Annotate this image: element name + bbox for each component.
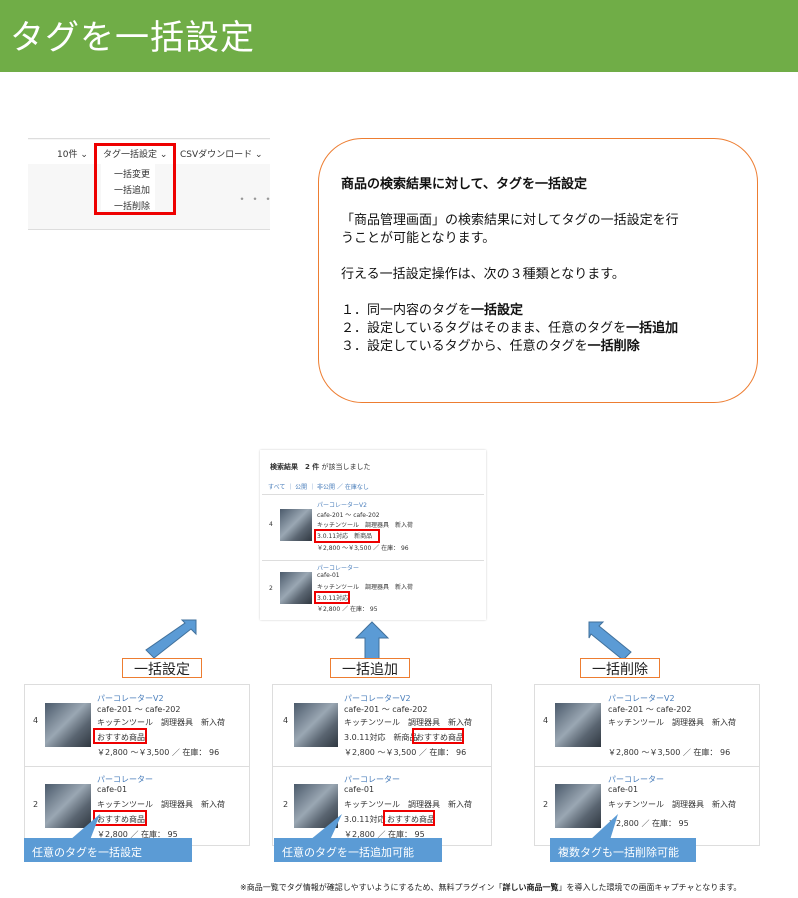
stock-count: 2: [269, 585, 273, 592]
product-name[interactable]: パーコレーター: [97, 774, 153, 785]
bubble-item-2: ２．設定しているタグはそのまま、任意のタグを一括追加: [341, 321, 679, 336]
callout-bulk-delete: 複数タグも一括削除可能: [550, 838, 696, 862]
product-categories: キッチンツール 調理器具 新入荷: [97, 718, 225, 727]
highlight-box: [93, 728, 147, 744]
product-price: ￥2,800 ／ 在庫： 95: [317, 606, 378, 613]
callout-bulk-set: 任意のタグを一括設定: [24, 838, 192, 862]
bubble-item-1: １．同一内容のタグを一括設定: [341, 303, 524, 318]
product-categories: キッチンツール 調理器具 新入荷: [608, 800, 736, 809]
description-bubble: 商品の検索結果に対して、タグを一括設定 「商品管理画面」の検索結果に対してタグの…: [318, 138, 758, 403]
product-categories: キッチンツール 調理器具 新入荷: [317, 584, 414, 591]
bubble-item-3: ３．設定しているタグから、任意のタグを一括削除: [341, 339, 640, 354]
arrow-up-right-icon: [145, 619, 197, 659]
highlight-box: [314, 591, 350, 604]
product-categories: キッチンツール 調理器具 新入荷: [317, 522, 414, 529]
product-image: [555, 703, 601, 747]
product-code: cafe-01: [97, 785, 128, 794]
product-code: cafe-201 ～ cafe-202: [317, 512, 380, 519]
highlight-box: [383, 810, 435, 826]
product-categories: キッチンツール 調理器具 新入荷: [97, 800, 225, 809]
divider: [25, 766, 249, 767]
count-select[interactable]: 10件 ⌄: [57, 147, 88, 160]
chevron-down-icon: ⌄: [255, 150, 263, 160]
product-tags: 3.0.11対応 新商品: [344, 733, 418, 742]
product-code: cafe-01: [608, 785, 639, 794]
page-title: タグを一括設定: [10, 18, 255, 58]
product-image: [280, 572, 312, 604]
product-name[interactable]: パーコレーターV2: [344, 693, 411, 704]
product-name[interactable]: パーコレーター: [344, 774, 400, 785]
product-image: [280, 509, 312, 541]
product-code: cafe-201 ～ cafe-202: [608, 705, 692, 714]
divider: [262, 560, 484, 561]
divider: [273, 766, 491, 767]
bubble-line: 行える一括設定操作は、次の３種類となります。: [341, 267, 625, 282]
stock-count: 2: [543, 800, 549, 809]
product-tags: 3.0.11対応: [344, 815, 386, 824]
product-categories: キッチンツール 調理器具 新入荷: [344, 718, 472, 727]
stock-count: 4: [543, 716, 549, 725]
highlight-box: [412, 728, 464, 744]
product-price: ￥2,800 ～￥3,500 ／ 在庫： 96: [344, 748, 467, 757]
product-code: cafe-201 ～ cafe-202: [344, 705, 428, 714]
product-categories: キッチンツール 調理器具 新入荷: [344, 800, 472, 809]
stock-count: 2: [283, 800, 289, 809]
product-price: ￥2,800 ～￥3,500 ／ 在庫： 96: [97, 748, 220, 757]
product-name[interactable]: パーコレーター: [317, 563, 359, 572]
stock-count: 4: [269, 521, 273, 528]
product-name[interactable]: パーコレーターV2: [317, 500, 367, 509]
highlight-box: [94, 143, 176, 215]
result-filters[interactable]: すべて ｜ 公開 ｜ 非公開 ／ 在庫なし: [268, 482, 369, 491]
product-code: cafe-01: [344, 785, 375, 794]
bubble-heading: 商品の検索結果に対して、タグを一括設定: [341, 177, 587, 192]
label-bulk-delete: 一括削除: [580, 658, 660, 678]
csv-download-menu[interactable]: CSVダウンロード ⌄: [180, 147, 263, 160]
callout-bulk-add: 任意のタグを一括追加可能: [274, 838, 442, 862]
product-code: cafe-01: [317, 572, 340, 579]
divider: [535, 766, 759, 767]
product-code: cafe-201 ～ cafe-202: [97, 705, 181, 714]
arrow-up-icon: [354, 621, 390, 661]
label-bulk-set: 一括設定: [122, 658, 202, 678]
stock-count: 4: [283, 716, 289, 725]
stock-count: 2: [33, 800, 39, 809]
chevron-down-icon: ⌄: [80, 150, 88, 160]
product-name[interactable]: パーコレーターV2: [608, 693, 675, 704]
highlight-box: [314, 529, 380, 543]
product-image: [45, 703, 91, 747]
bubble-line: うことが可能となります。: [341, 231, 496, 246]
more-icon[interactable]: ・・・: [236, 190, 275, 207]
product-categories: キッチンツール 調理器具 新入荷: [608, 718, 736, 727]
label-bulk-add: 一括追加: [330, 658, 410, 678]
product-name[interactable]: パーコレーター: [608, 774, 664, 785]
product-price: ￥2,800 ～￥3,500 ／ 在庫： 96: [608, 748, 731, 757]
bubble-line: 「商品管理画面」の検索結果に対してタグの一括設定を行: [341, 213, 679, 228]
product-name[interactable]: パーコレーターV2: [97, 693, 164, 704]
product-image: [294, 703, 338, 747]
footnote: ※商品一覧でタグ情報が確認しやすいようにするため、無料プラグイン「詳しい商品一覧…: [240, 883, 742, 892]
result-summary: 検索結果 2 件 が該当しました: [270, 463, 371, 471]
stock-count: 4: [33, 716, 39, 725]
product-price: ￥2,800 ～￥3,500 ／ 在庫： 96: [317, 545, 409, 552]
divider: [262, 494, 484, 495]
